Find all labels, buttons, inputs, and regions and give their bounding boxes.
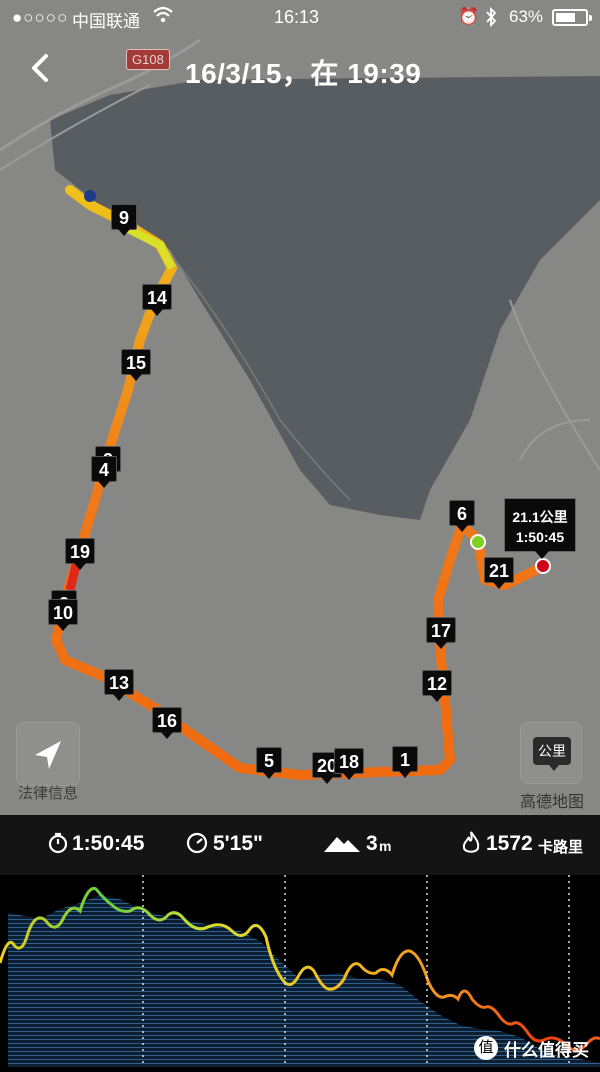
page-title: 16/3/15，在 19:39 bbox=[185, 58, 422, 89]
bluetooth-icon bbox=[484, 6, 498, 32]
clock: 16:13 bbox=[274, 7, 320, 27]
km-marker[interactable]: 12 bbox=[422, 670, 453, 702]
pace-value: 5'15" bbox=[213, 832, 263, 855]
finish-distance: 21.1公里 bbox=[512, 509, 568, 525]
duration-value: 1:50:45 bbox=[72, 832, 145, 855]
stats-bar: 1:50:45 5'15" 3 m 1572 卡路里 bbox=[0, 815, 600, 875]
location-arrow-icon bbox=[35, 741, 61, 769]
map-background bbox=[0, 38, 600, 780]
back-button[interactable] bbox=[20, 48, 60, 88]
locate-button[interactable] bbox=[16, 722, 80, 786]
calories-value: 1572 bbox=[486, 832, 533, 855]
status-bar: ●○○○○ 中国联通 16:13 ⏰ 63% bbox=[0, 0, 600, 34]
watermark-text: 什么值得买 bbox=[504, 1041, 589, 1060]
watermark-logo-icon: 值 bbox=[474, 1036, 498, 1060]
battery-icon bbox=[552, 9, 592, 26]
km-marker[interactable]: 4 bbox=[91, 456, 117, 488]
km-marker[interactable]: 19 bbox=[65, 538, 96, 570]
km-marker[interactable]: 15 bbox=[121, 349, 152, 381]
km-marker[interactable]: 21 bbox=[484, 557, 515, 589]
unit-label: 公里 bbox=[533, 737, 571, 771]
km-marker[interactable]: 5 bbox=[256, 747, 282, 779]
unit-toggle-button[interactable]: 公里 bbox=[520, 722, 582, 784]
signal-strength: ●○○○○ bbox=[12, 8, 69, 27]
km-marker[interactable]: 10 bbox=[48, 599, 79, 631]
km-marker[interactable]: 17 bbox=[426, 617, 457, 649]
km-marker[interactable]: 13 bbox=[104, 669, 135, 701]
km-marker[interactable]: 9 bbox=[111, 204, 137, 236]
km-marker[interactable]: 14 bbox=[142, 284, 173, 316]
wifi-icon bbox=[152, 5, 174, 30]
chevron-left-icon bbox=[32, 54, 48, 82]
km-marker[interactable]: 1 bbox=[392, 746, 418, 778]
elevation-unit: m bbox=[379, 838, 392, 854]
lake-shape bbox=[50, 76, 600, 520]
road-line bbox=[519, 419, 591, 461]
finish-tooltip: 21.1公里 1:50:45 bbox=[504, 498, 576, 559]
carrier-name: 中国联通 bbox=[72, 12, 140, 31]
flame-icon bbox=[462, 831, 480, 853]
start-point-icon bbox=[470, 534, 486, 550]
route-map[interactable]: 9 14 15 3 4 19 2 10 13 16 5 20 18 1 12 1… bbox=[0, 0, 600, 815]
alarm-icon: ⏰ bbox=[458, 7, 480, 26]
speedometer-icon bbox=[186, 832, 208, 854]
finish-time: 1:50:45 bbox=[515, 529, 565, 545]
road-line bbox=[509, 299, 600, 471]
road-badge: G108 bbox=[126, 49, 170, 70]
battery-percent: 63% bbox=[509, 7, 544, 26]
mountain-icon bbox=[324, 837, 360, 852]
map-provider-logo: 高德地图 bbox=[520, 794, 585, 811]
stopwatch-icon bbox=[48, 832, 68, 854]
finish-point-icon bbox=[535, 558, 551, 574]
elevation-value: 3 bbox=[366, 832, 378, 855]
calories-unit: 卡路里 bbox=[538, 839, 584, 856]
route-start-dot bbox=[84, 190, 96, 202]
km-marker[interactable]: 6 bbox=[449, 500, 475, 532]
legal-info-link[interactable]: 法律信息 bbox=[18, 782, 78, 803]
km-marker[interactable]: 18 bbox=[334, 748, 365, 780]
km-marker[interactable]: 16 bbox=[152, 707, 183, 739]
